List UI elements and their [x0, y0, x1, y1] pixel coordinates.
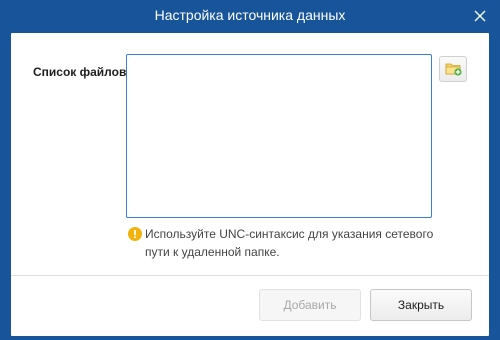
data-source-dialog: Настройка источника данных Список файлов… [0, 0, 500, 340]
close-dialog-button[interactable]: Закрыть [370, 289, 472, 321]
footer-divider [11, 275, 489, 276]
title-bar: Настройка источника данных [0, 0, 500, 33]
warning-icon [128, 227, 142, 241]
close-button[interactable] [470, 6, 490, 26]
hint-line-1: Используйте UNC-синтаксис для указания с… [145, 227, 434, 241]
folder-add-icon [445, 63, 462, 76]
unc-hint-text: Используйте UNC-синтаксис для указания с… [145, 225, 445, 261]
dialog-title: Настройка источника данных [154, 7, 346, 23]
file-list-label: Список файлов: [33, 65, 131, 79]
dialog-body: Список файлов: Используйте UNC-синтаксис… [11, 33, 489, 336]
file-list-box[interactable] [126, 54, 432, 218]
close-icon [474, 10, 486, 22]
hint-line-2: пути к удаленной папке. [145, 245, 280, 259]
add-button[interactable]: Добавить [259, 289, 361, 321]
browse-folder-button[interactable] [439, 56, 467, 82]
